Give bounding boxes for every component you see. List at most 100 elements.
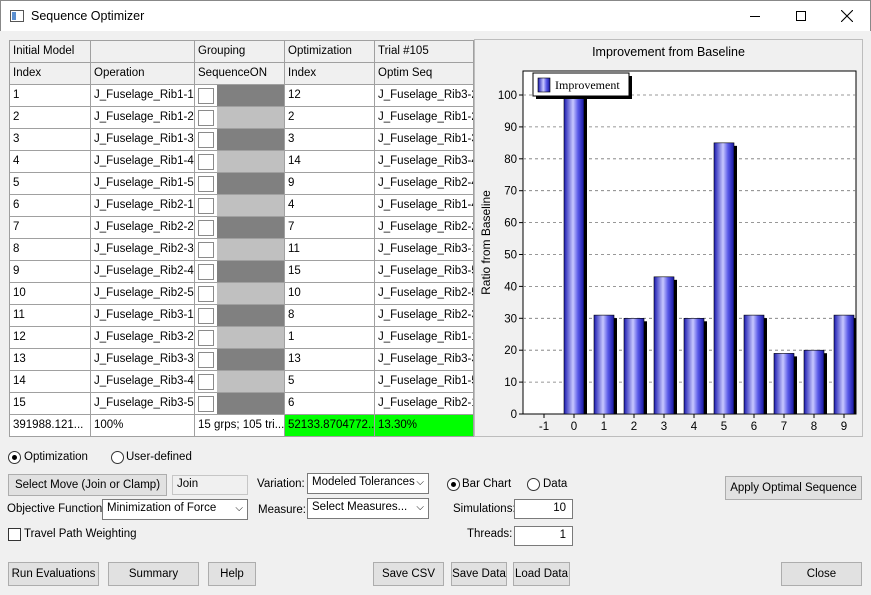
sequence-on-checkbox[interactable] — [198, 264, 214, 280]
row-sequence-on-cell[interactable] — [195, 151, 285, 173]
row-opt-index-cell[interactable]: 10 — [285, 283, 375, 305]
column-header-opt-index[interactable]: Index — [285, 63, 375, 85]
row-sequence-on-cell[interactable] — [195, 173, 285, 195]
bar-chart-radio-label[interactable]: Bar Chart — [462, 478, 511, 490]
save-csv-button[interactable]: Save CSV — [373, 562, 444, 586]
objective-function-dropdown[interactable]: Minimization of Force ⌵ — [102, 499, 248, 520]
sequence-on-checkbox[interactable] — [198, 88, 214, 104]
travel-path-label[interactable]: Travel Path Weighting — [24, 528, 137, 540]
column-header-index[interactable]: Index — [10, 63, 91, 85]
row-operation-cell[interactable]: J_Fuselage_Rib3-3 — [91, 349, 195, 371]
row-operation-cell[interactable]: J_Fuselage_Rib2-4 — [91, 261, 195, 283]
user-defined-radio[interactable] — [111, 451, 124, 464]
table-row[interactable]: 4 J_Fuselage_Rib1-4 14 J_Fuselage_Rib3-4 — [10, 151, 473, 173]
load-data-button[interactable]: Load Data — [513, 562, 570, 586]
close-button[interactable]: Close — [781, 562, 862, 586]
sequence-grid[interactable]: Initial Model Grouping Optimization Tria… — [9, 40, 474, 437]
summary-button[interactable]: Summary — [108, 562, 199, 586]
table-row[interactable]: 5 J_Fuselage_Rib1-5 9 J_Fuselage_Rib2-4 — [10, 173, 473, 195]
row-operation-cell[interactable]: J_Fuselage_Rib2-1 — [91, 195, 195, 217]
sequence-on-checkbox[interactable] — [198, 132, 214, 148]
row-sequence-on-cell[interactable] — [195, 85, 285, 107]
row-opt-index-cell[interactable]: 5 — [285, 371, 375, 393]
sequence-on-checkbox[interactable] — [198, 242, 214, 258]
sequence-on-checkbox[interactable] — [198, 308, 214, 324]
sequence-on-checkbox[interactable] — [198, 176, 214, 192]
row-sequence-on-cell[interactable] — [195, 129, 285, 151]
row-opt-index-cell[interactable]: 2 — [285, 107, 375, 129]
table-row[interactable]: 9 J_Fuselage_Rib2-4 15 J_Fuselage_Rib3-5 — [10, 261, 473, 283]
table-row[interactable]: 15 J_Fuselage_Rib3-5 6 J_Fuselage_Rib2-1 — [10, 393, 473, 415]
column-header-sequence-on[interactable]: SequenceON — [195, 63, 285, 85]
row-operation-cell[interactable]: J_Fuselage_Rib1-4 — [91, 151, 195, 173]
simulations-input[interactable]: 10 — [514, 499, 573, 519]
apply-optimal-sequence-button[interactable]: Apply Optimal Sequence — [725, 476, 862, 500]
select-move-button[interactable]: Select Move (Join or Clamp) — [8, 474, 167, 496]
row-sequence-on-cell[interactable] — [195, 371, 285, 393]
table-row[interactable]: 13 J_Fuselage_Rib3-3 13 J_Fuselage_Rib3-3 — [10, 349, 473, 371]
table-row[interactable]: 1 J_Fuselage_Rib1-1 12 J_Fuselage_Rib3-2 — [10, 85, 473, 107]
row-opt-index-cell[interactable]: 3 — [285, 129, 375, 151]
sequence-on-checkbox[interactable] — [198, 154, 214, 170]
row-sequence-on-cell[interactable] — [195, 195, 285, 217]
row-sequence-on-cell[interactable] — [195, 283, 285, 305]
row-sequence-on-cell[interactable] — [195, 327, 285, 349]
row-opt-index-cell[interactable]: 12 — [285, 85, 375, 107]
row-operation-cell[interactable]: J_Fuselage_Rib3-2 — [91, 327, 195, 349]
row-operation-cell[interactable]: J_Fuselage_Rib1-5 — [91, 173, 195, 195]
table-row[interactable]: 10 J_Fuselage_Rib2-5 10 J_Fuselage_Rib2-5 — [10, 283, 473, 305]
row-operation-cell[interactable]: J_Fuselage_Rib2-3 — [91, 239, 195, 261]
save-data-button[interactable]: Save Data — [451, 562, 507, 586]
row-operation-cell[interactable]: J_Fuselage_Rib1-1 — [91, 85, 195, 107]
maximize-button[interactable] — [778, 1, 824, 31]
column-header-operation[interactable]: Operation — [91, 63, 195, 85]
measure-dropdown[interactable]: Select Measures... ⌵ — [307, 498, 429, 519]
row-sequence-on-cell[interactable] — [195, 261, 285, 283]
row-opt-index-cell[interactable]: 8 — [285, 305, 375, 327]
table-row[interactable]: 7 J_Fuselage_Rib2-2 7 J_Fuselage_Rib2-2 — [10, 217, 473, 239]
column-header-optim-seq[interactable]: Optim Seq — [375, 63, 473, 85]
row-sequence-on-cell[interactable] — [195, 217, 285, 239]
sequence-on-checkbox[interactable] — [198, 220, 214, 236]
table-row[interactable]: 11 J_Fuselage_Rib3-1 8 J_Fuselage_Rib2-3 — [10, 305, 473, 327]
minimize-button[interactable] — [732, 1, 778, 31]
close-window-button[interactable] — [824, 1, 870, 31]
row-opt-index-cell[interactable]: 1 — [285, 327, 375, 349]
row-opt-index-cell[interactable]: 15 — [285, 261, 375, 283]
sequence-on-checkbox[interactable] — [198, 374, 214, 390]
table-row[interactable]: 12 J_Fuselage_Rib3-2 1 J_Fuselage_Rib1-1 — [10, 327, 473, 349]
row-opt-index-cell[interactable]: 11 — [285, 239, 375, 261]
row-sequence-on-cell[interactable] — [195, 349, 285, 371]
bar-chart-radio[interactable] — [447, 478, 460, 491]
help-button[interactable]: Help — [208, 562, 256, 586]
sequence-on-checkbox[interactable] — [198, 198, 214, 214]
row-operation-cell[interactable]: J_Fuselage_Rib3-4 — [91, 371, 195, 393]
row-sequence-on-cell[interactable] — [195, 107, 285, 129]
table-row[interactable]: 14 J_Fuselage_Rib3-4 5 J_Fuselage_Rib1-5 — [10, 371, 473, 393]
optimization-radio-label[interactable]: Optimization — [24, 451, 88, 463]
row-opt-index-cell[interactable]: 7 — [285, 217, 375, 239]
row-operation-cell[interactable]: J_Fuselage_Rib1-3 — [91, 129, 195, 151]
travel-path-checkbox[interactable] — [8, 528, 21, 541]
table-row[interactable]: 2 J_Fuselage_Rib1-2 2 J_Fuselage_Rib1-2 — [10, 107, 473, 129]
run-evaluations-button[interactable]: Run Evaluations — [8, 562, 99, 586]
sequence-on-checkbox[interactable] — [198, 110, 214, 126]
user-defined-radio-label[interactable]: User-defined — [126, 451, 192, 463]
row-opt-index-cell[interactable]: 9 — [285, 173, 375, 195]
variation-dropdown[interactable]: Modeled Tolerances ⌵ — [307, 473, 429, 494]
row-sequence-on-cell[interactable] — [195, 305, 285, 327]
data-view-radio-label[interactable]: Data — [543, 478, 567, 490]
row-opt-index-cell[interactable]: 13 — [285, 349, 375, 371]
row-operation-cell[interactable]: J_Fuselage_Rib3-1 — [91, 305, 195, 327]
row-operation-cell[interactable]: J_Fuselage_Rib2-5 — [91, 283, 195, 305]
row-operation-cell[interactable]: J_Fuselage_Rib2-2 — [91, 217, 195, 239]
row-opt-index-cell[interactable]: 6 — [285, 393, 375, 415]
sequence-on-checkbox[interactable] — [198, 286, 214, 302]
table-row[interactable]: 8 J_Fuselage_Rib2-3 11 J_Fuselage_Rib3-1 — [10, 239, 473, 261]
row-sequence-on-cell[interactable] — [195, 239, 285, 261]
data-view-radio[interactable] — [527, 478, 540, 491]
table-row[interactable]: 3 J_Fuselage_Rib1-3 3 J_Fuselage_Rib1-3 — [10, 129, 473, 151]
table-row[interactable]: 6 J_Fuselage_Rib2-1 4 J_Fuselage_Rib1-4 — [10, 195, 473, 217]
sequence-on-checkbox[interactable] — [198, 330, 214, 346]
row-sequence-on-cell[interactable] — [195, 393, 285, 415]
